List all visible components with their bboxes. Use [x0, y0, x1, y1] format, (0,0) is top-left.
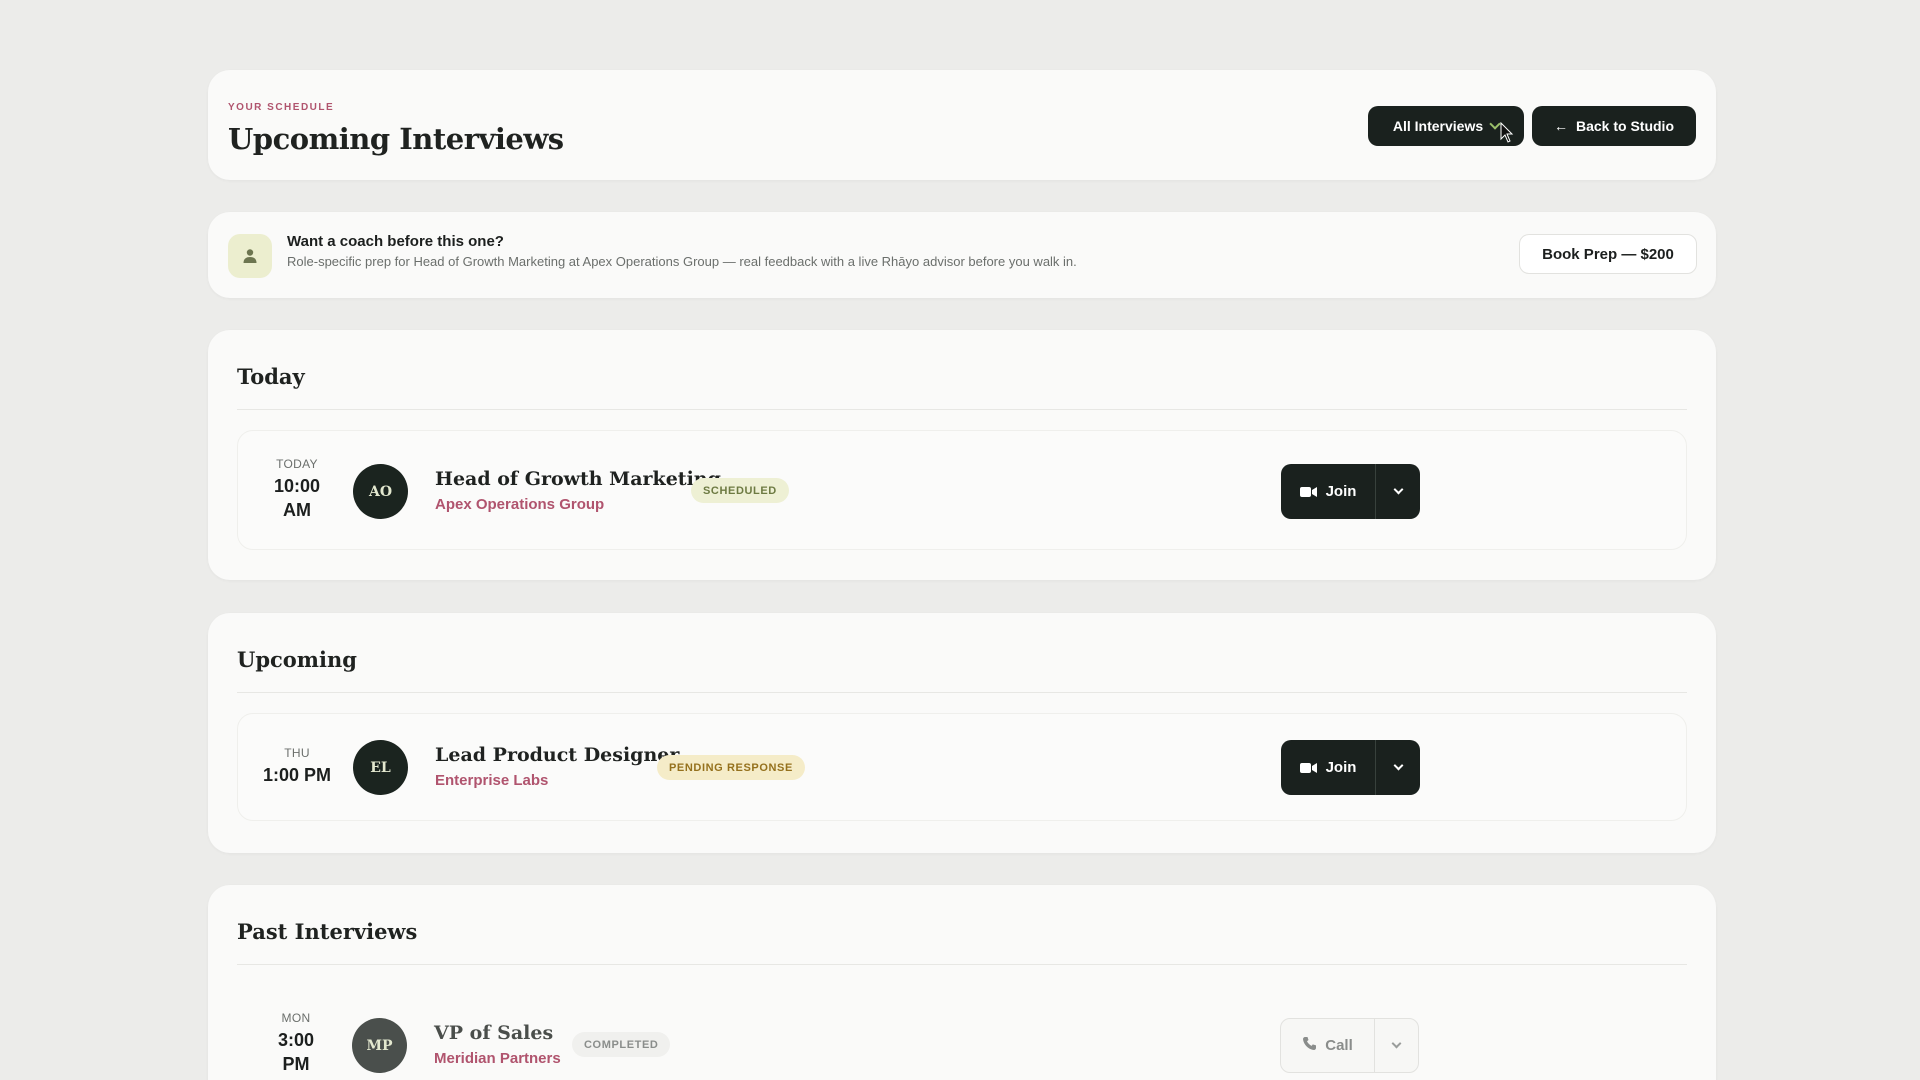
join-button[interactable]: Join	[1281, 464, 1376, 519]
interview-day: THU	[284, 746, 310, 760]
back-label: Back to Studio	[1575, 118, 1674, 134]
promo-title: Want a coach before this one?	[287, 233, 504, 250]
call-options-dropdown[interactable]	[1375, 1019, 1418, 1072]
book-prep-button[interactable]: Book Prep — $200	[1519, 234, 1697, 274]
interview-time-line1: 10:00	[273, 476, 321, 496]
interview-datetime: TODAY 10:00 AM	[238, 457, 356, 522]
join-split-button: Join	[1281, 740, 1420, 795]
interview-datetime: THU 1:00 PM	[238, 746, 356, 787]
join-label: Join	[1325, 759, 1357, 776]
chevron-down-icon	[1393, 760, 1403, 771]
interview-role: VP of Sales	[434, 1022, 554, 1044]
call-split-button: Call	[1280, 1018, 1419, 1073]
back-to-studio-button[interactable]: ← Back to Studio	[1532, 106, 1696, 146]
join-split-button: Join	[1281, 464, 1420, 519]
promo-description: Role-specific prep for Head of Growth Ma…	[287, 254, 1077, 269]
mouse-cursor-icon	[1500, 122, 1514, 143]
status-badge: COMPLETED	[572, 1032, 671, 1057]
header-eyebrow: YOUR SCHEDULE	[228, 102, 335, 113]
chevron-down-icon	[1391, 1038, 1402, 1049]
interview-company[interactable]: Meridian Partners	[434, 1050, 561, 1067]
call-label: Call	[1325, 1037, 1353, 1054]
interview-row[interactable]: MON 3:00 PM MP VP of Sales Meridian Part…	[237, 985, 1687, 1080]
interview-role: Head of Growth Marketing	[435, 468, 721, 490]
interview-time-line1: 3:00	[277, 1030, 315, 1050]
interview-time: 1:00 PM	[262, 765, 332, 785]
interview-role: Lead Product Designer	[435, 744, 680, 766]
company-avatar: MP	[352, 1018, 407, 1073]
coach-promo-banner: Want a coach before this one? Role-speci…	[208, 212, 1716, 298]
arrow-left-icon: ←	[1553, 118, 1568, 134]
status-badge: SCHEDULED	[691, 478, 789, 503]
interview-company[interactable]: Apex Operations Group	[435, 496, 604, 513]
video-icon	[1299, 762, 1318, 774]
section-divider	[237, 964, 1687, 965]
interview-company[interactable]: Enterprise Labs	[435, 772, 548, 789]
company-avatar: EL	[353, 740, 408, 795]
interview-datetime: MON 3:00 PM	[237, 1011, 355, 1076]
section-title-past: Past Interviews	[237, 919, 418, 944]
page-title: Upcoming Interviews	[228, 122, 564, 156]
interview-row[interactable]: THU 1:00 PM EL Lead Product Designer Ent…	[237, 713, 1687, 821]
join-options-dropdown[interactable]	[1376, 740, 1420, 795]
phone-icon	[1302, 1036, 1317, 1055]
interview-time-line2: AM	[283, 500, 311, 520]
chevron-down-icon	[1393, 484, 1403, 495]
today-section: Today TODAY 10:00 AM AO Head of Growth M…	[208, 330, 1716, 580]
interview-day: TODAY	[276, 457, 318, 471]
filter-label: All Interviews	[1392, 118, 1484, 134]
user-icon	[228, 234, 272, 278]
section-title-upcoming: Upcoming	[237, 647, 357, 672]
company-avatar: AO	[353, 464, 408, 519]
call-button[interactable]: Call	[1281, 1019, 1375, 1072]
page-header: YOUR SCHEDULE Upcoming Interviews All In…	[208, 70, 1716, 180]
join-button[interactable]: Join	[1281, 740, 1376, 795]
section-divider	[237, 692, 1687, 693]
interview-time-line2: PM	[282, 1054, 310, 1074]
join-label: Join	[1325, 483, 1357, 500]
past-interviews-section: Past Interviews MON 3:00 PM MP VP of Sal…	[208, 885, 1716, 1080]
section-title-today: Today	[237, 364, 305, 389]
section-divider	[237, 409, 1687, 410]
interview-row[interactable]: TODAY 10:00 AM AO Head of Growth Marketi…	[237, 430, 1687, 550]
join-options-dropdown[interactable]	[1376, 464, 1420, 519]
video-icon	[1299, 486, 1318, 498]
status-badge: PENDING RESPONSE	[657, 755, 805, 780]
interview-day: MON	[281, 1011, 311, 1025]
upcoming-section: Upcoming THU 1:00 PM EL Lead Product Des…	[208, 613, 1716, 853]
